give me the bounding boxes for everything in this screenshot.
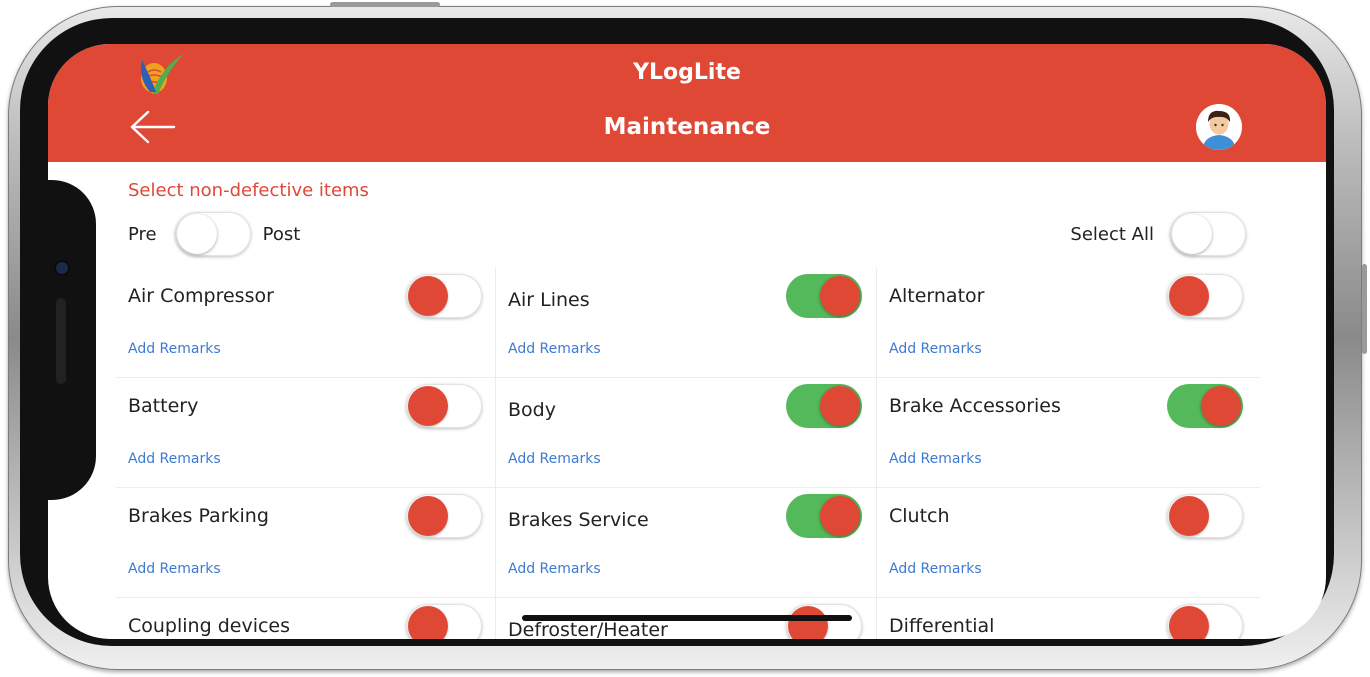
toggle-knob xyxy=(408,386,448,426)
toggle-knob xyxy=(1169,276,1209,316)
maintenance-item: Alternator Add Remarks xyxy=(877,268,1260,378)
item-toggle[interactable] xyxy=(406,494,482,538)
arrow-left-icon[interactable] xyxy=(128,110,178,144)
add-remarks-link[interactable]: Add Remarks xyxy=(889,451,982,467)
toggle-knob xyxy=(1172,214,1212,254)
toggle-knob xyxy=(820,276,860,316)
item-toggle[interactable] xyxy=(1167,604,1243,639)
app-title: YLogLite xyxy=(633,60,741,85)
post-label: Post xyxy=(262,223,301,245)
camera-icon xyxy=(56,262,68,274)
item-label: Air Compressor xyxy=(128,285,274,307)
item-label: Brakes Parking xyxy=(128,505,269,527)
app-header: YLogLite Maintenance xyxy=(48,44,1326,162)
toggle-knob xyxy=(176,214,217,254)
item-label: Battery xyxy=(128,395,199,417)
toggle-knob xyxy=(1201,386,1241,426)
add-remarks-link[interactable]: Add Remarks xyxy=(508,561,601,577)
toggle-knob xyxy=(1169,606,1209,639)
phone-side-button xyxy=(1362,264,1367,354)
toggle-knob xyxy=(408,606,448,639)
item-label: Alternator xyxy=(889,285,985,307)
instruction-text: Select non-defective items xyxy=(128,180,369,201)
item-label: Defroster/Heater xyxy=(508,619,668,639)
page-title: Maintenance xyxy=(603,114,771,140)
add-remarks-link[interactable]: Add Remarks xyxy=(889,561,982,577)
phone-side-button xyxy=(330,2,440,7)
app-screen: YLogLite Maintenance Select non-defectiv… xyxy=(48,44,1326,639)
add-remarks-link[interactable]: Add Remarks xyxy=(128,341,221,357)
item-label: Brakes Service xyxy=(508,509,649,531)
add-remarks-link[interactable]: Add Remarks xyxy=(508,451,601,467)
item-label: Clutch xyxy=(889,505,950,527)
toggle-knob xyxy=(820,386,860,426)
add-remarks-link[interactable]: Add Remarks xyxy=(128,451,221,467)
item-toggle[interactable] xyxy=(406,384,482,428)
toggle-knob xyxy=(408,276,448,316)
item-label: Differential xyxy=(889,615,995,637)
pre-post-toggle[interactable] xyxy=(174,212,251,256)
item-toggle[interactable] xyxy=(406,274,482,318)
item-toggle[interactable] xyxy=(1167,384,1243,428)
item-toggle[interactable] xyxy=(406,604,482,639)
user-avatar-icon[interactable] xyxy=(1196,104,1242,150)
maintenance-item: Battery Add Remarks xyxy=(116,378,496,488)
maintenance-item: Brakes Service Add Remarks xyxy=(496,488,877,598)
toggle-knob xyxy=(1169,496,1209,536)
item-label: Coupling devices xyxy=(128,615,291,637)
select-all-control: Select All xyxy=(1070,212,1246,256)
item-label: Air Lines xyxy=(508,289,590,311)
maintenance-item: Brake Accessories Add Remarks xyxy=(877,378,1260,488)
maintenance-item: Air Compressor Add Remarks xyxy=(116,268,496,378)
item-label: Brake Accessories xyxy=(889,395,1061,417)
select-all-toggle[interactable] xyxy=(1170,212,1246,256)
pre-label: Pre xyxy=(128,223,157,245)
item-toggle[interactable] xyxy=(786,274,862,318)
maintenance-item: Air Lines Add Remarks xyxy=(496,268,877,378)
add-remarks-link[interactable]: Add Remarks xyxy=(508,341,601,357)
item-toggle[interactable] xyxy=(786,604,862,639)
add-remarks-link[interactable]: Add Remarks xyxy=(889,341,982,357)
maintenance-item: Coupling devices xyxy=(116,598,496,639)
item-label: Body xyxy=(508,399,556,421)
maintenance-item: Clutch Add Remarks xyxy=(877,488,1260,598)
speaker-grille xyxy=(56,298,66,384)
add-remarks-link[interactable]: Add Remarks xyxy=(128,561,221,577)
select-all-label: Select All xyxy=(1070,223,1154,245)
item-toggle[interactable] xyxy=(1167,274,1243,318)
item-toggle[interactable] xyxy=(786,384,862,428)
toggle-knob xyxy=(788,606,828,639)
item-toggle[interactable] xyxy=(1167,494,1243,538)
home-indicator xyxy=(522,615,852,621)
toggle-knob xyxy=(408,496,448,536)
maintenance-item: Brakes Parking Add Remarks xyxy=(116,488,496,598)
pre-post-switch: Pre Post xyxy=(128,212,300,256)
item-toggle[interactable] xyxy=(786,494,862,538)
maintenance-item: Body Add Remarks xyxy=(496,378,877,488)
toggle-knob xyxy=(820,496,860,536)
maintenance-items-grid: Air Compressor Add Remarks Air Lines Add Re… xyxy=(116,268,1260,639)
maintenance-item: Differential xyxy=(877,598,1260,639)
